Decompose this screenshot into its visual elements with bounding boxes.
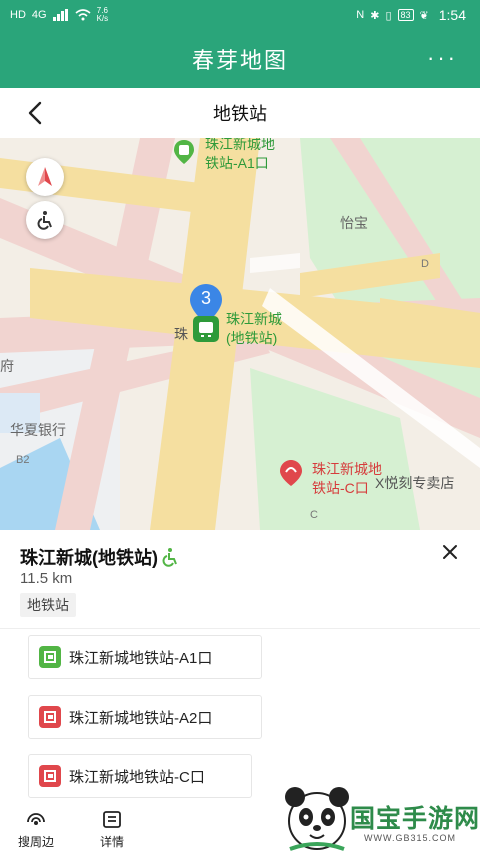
exit-a2-label: 珠江新城地铁站-A2口 <box>69 709 213 727</box>
exit-a2-icon <box>39 706 61 728</box>
panda-logo-icon <box>285 787 349 851</box>
status-bar: HD 4G 7.6 K/s N ✱ ▯ 83 ❦ 1:54 <box>0 0 480 30</box>
map-label-a1[interactable]: 珠江新城地 铁站-A1口 <box>205 138 275 173</box>
exit-c-icon <box>39 765 61 787</box>
page-title: 地铁站 <box>213 104 267 124</box>
battery-icon: 83 <box>397 9 414 21</box>
page-header: 地铁站 <box>0 88 480 138</box>
map-label-yibao: 怡宝 <box>340 215 368 231</box>
exit-c-label: 珠江新城地铁站-C口 <box>69 768 205 786</box>
signal-bars-icon <box>52 9 68 21</box>
watermark-title: 国宝手游网 <box>350 805 480 833</box>
close-icon[interactable] <box>440 542 460 562</box>
poi-distance: 11.5 km <box>20 570 73 587</box>
compass-icon <box>38 167 52 186</box>
exit-item-a1[interactable]: 珠江新城地铁站-A1口 <box>28 635 262 679</box>
map-label-b2: B2 <box>16 454 30 466</box>
exit-item-a2[interactable]: 珠江新城地铁站-A2口 <box>28 695 262 739</box>
exit-item-c[interactable]: 珠江新城地铁站-C口 <box>28 754 252 798</box>
app-bar: 春芽地图 ··· <box>0 30 480 88</box>
nearby-button[interactable]: 搜周边 <box>18 810 54 850</box>
leaf-icon: ❦ <box>419 9 429 22</box>
back-icon[interactable] <box>24 100 48 126</box>
a1-exit-marker-icon[interactable] <box>174 140 194 164</box>
compass-button[interactable] <box>26 158 64 196</box>
vibrate-icon: ▯ <box>385 9 392 22</box>
signal-icon: 4G <box>31 9 47 21</box>
wifi-icon <box>75 9 91 21</box>
exit-a1-icon <box>39 646 61 668</box>
details-label: 详情 <box>100 835 125 849</box>
c-exit-marker-icon[interactable] <box>280 460 302 486</box>
map-label-d: D <box>421 258 429 270</box>
divider <box>0 628 480 629</box>
bottom-nav: 搜周边 详情 <box>0 810 200 853</box>
details-icon <box>103 811 121 828</box>
map-label-fu: 府 <box>0 358 14 374</box>
wheelchair-icon <box>37 211 52 230</box>
nfc-icon: N <box>356 9 365 21</box>
pin-number: 3 <box>200 288 211 308</box>
app-title: 春芽地图 <box>191 48 288 73</box>
more-button[interactable]: ··· <box>427 47 458 69</box>
watermark: 国宝手游网 WWW.GB315.COM <box>282 783 480 853</box>
nearby-label: 搜周边 <box>18 835 55 849</box>
watermark-url: WWW.GB315.COM <box>364 833 457 843</box>
map-label-shop[interactable]: X悦刻专卖店 <box>375 473 454 493</box>
bluetooth-icon: ✱ <box>370 9 380 22</box>
details-button[interactable]: 详情 <box>100 810 124 850</box>
poi-category-tag: 地铁站 <box>20 593 76 617</box>
poi-name: 珠江新城(地铁站) <box>20 544 180 570</box>
map-label-c: C <box>310 509 318 521</box>
exit-a1-label: 珠江新城地铁站-A1口 <box>69 649 213 667</box>
map-view[interactable]: 珠江新城地 铁站-A1口 怡宝 D 3 珠 珠江新城 (地铁站) 府 华夏银行 … <box>0 138 480 530</box>
accessibility-button[interactable] <box>26 201 64 239</box>
map-label-huaxia[interactable]: 华夏银行 <box>10 420 66 440</box>
subway-station-icon[interactable] <box>193 316 219 342</box>
network-speed: 7.6 K/s <box>96 6 109 23</box>
hd-indicator: HD <box>10 9 26 21</box>
accessible-icon <box>162 548 177 567</box>
radar-icon <box>27 813 45 825</box>
map-label-station[interactable]: 珠江新城 (地铁站) <box>226 310 282 348</box>
map-label-c-exit[interactable]: 珠江新城地 铁站-C口 <box>312 460 382 498</box>
map-label-station-prefix: 珠 <box>174 326 188 342</box>
clock: 1:54 <box>438 7 466 23</box>
